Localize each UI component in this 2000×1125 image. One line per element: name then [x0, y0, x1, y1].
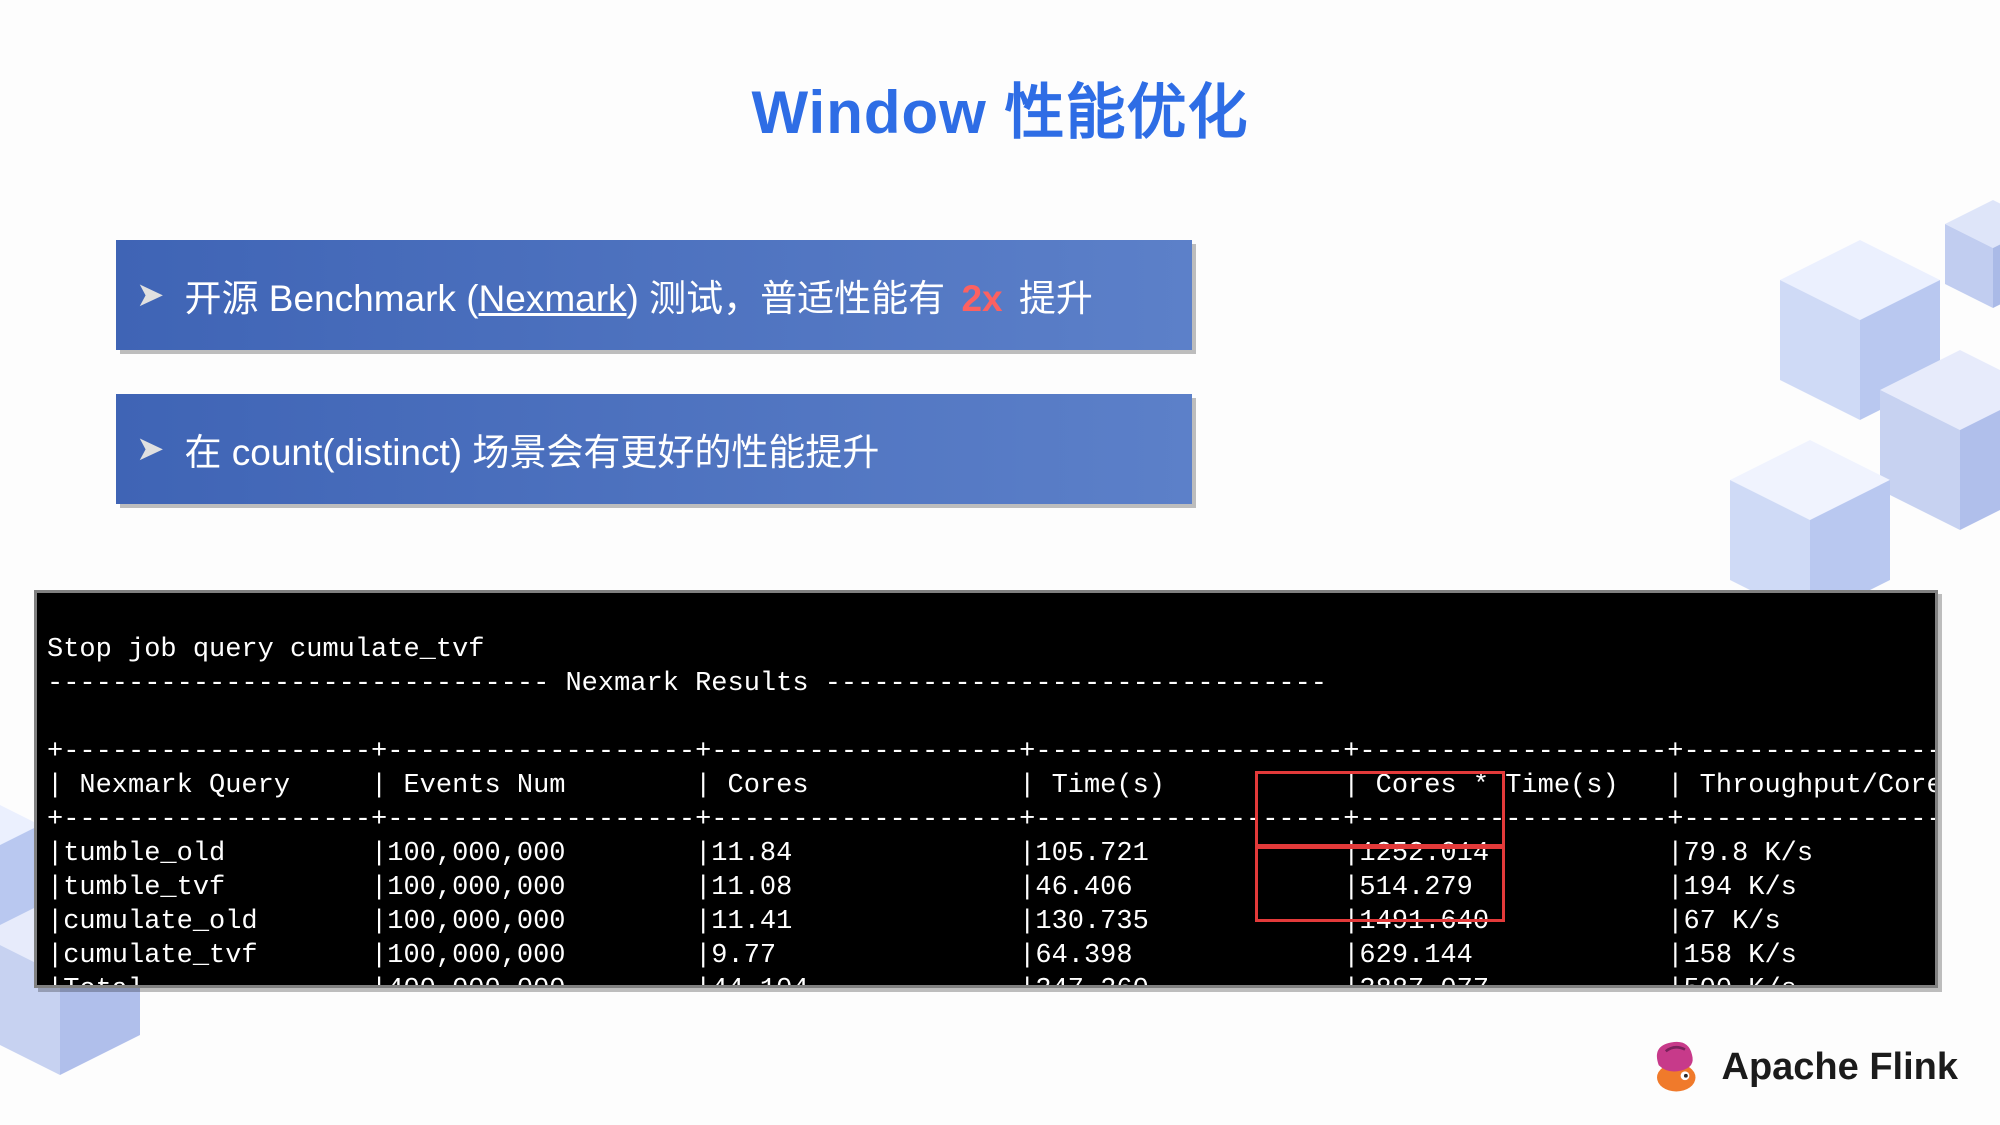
accent-2x: 2x	[955, 278, 1008, 319]
terminal-divider: +-------------------+-------------------…	[47, 737, 1938, 767]
bullet-text: 在 count(distinct) 场景会有更好的性能提升	[185, 422, 880, 476]
chevron-right-icon: ➤	[136, 275, 165, 315]
nexmark-link[interactable]: Nexmark	[479, 278, 627, 319]
chevron-right-icon: ➤	[136, 429, 165, 469]
terminal-output: Stop job query cumulate_tvf ------------…	[34, 590, 1938, 988]
highlight-box	[1255, 771, 1505, 847]
bullet-benchmark: ➤ 开源 Benchmark (Nexmark) 测试，普适性能有 2x 提升	[116, 240, 1192, 350]
apache-flink-logo: Apache Flink	[1650, 1039, 1959, 1095]
table-header-row: | Nexmark Query | Events Num | Cores | T…	[47, 771, 1938, 801]
brand-text: Apache Flink	[1722, 1046, 1959, 1089]
highlight-box	[1255, 846, 1505, 922]
terminal-divider: +-------------------+-------------------…	[47, 805, 1938, 835]
bullet-text: 开源 Benchmark (Nexmark) 测试，普适性能有 2x 提升	[185, 268, 1093, 322]
table-body: |tumble_old |100,000,000 |11.84 |105.721…	[47, 839, 1938, 988]
flink-squirrel-icon	[1650, 1039, 1706, 1095]
terminal-line: ------------------------------- Nexmark …	[47, 669, 1327, 699]
slide-title: Window 性能优化	[0, 64, 2000, 151]
bullet-count-distinct: ➤ 在 count(distinct) 场景会有更好的性能提升	[116, 394, 1192, 504]
terminal-line: Stop job query cumulate_tvf	[47, 635, 484, 665]
